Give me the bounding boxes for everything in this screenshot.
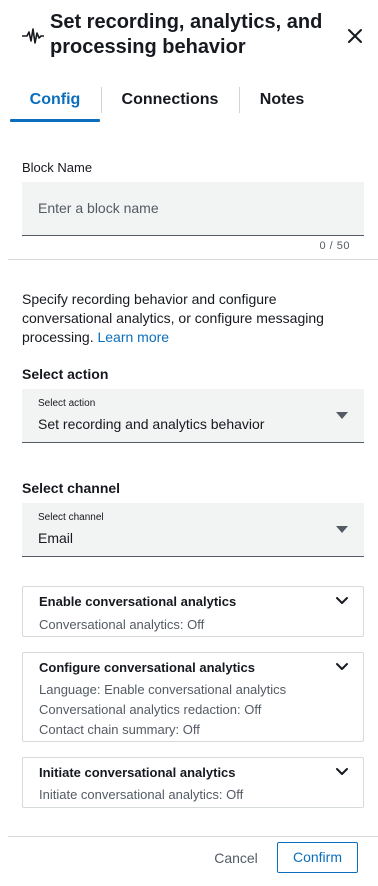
card-detail: Conversational analytics redaction: Off [39, 702, 262, 717]
active-tab-indicator [10, 119, 100, 122]
tab-notes[interactable]: Notes [246, 84, 318, 116]
tab-bar: Config Connections Notes [0, 84, 378, 124]
select-channel-label: Select channel [22, 480, 121, 496]
waveform-icon [22, 28, 44, 44]
description-text: Specify recording behavior and configure… [22, 290, 362, 347]
cancel-button[interactable]: Cancel [206, 843, 266, 873]
card-detail: Language: Enable conversational analytic… [39, 682, 287, 697]
chevron-down-icon [336, 597, 348, 604]
select-action-value: Set recording and analytics behavior [38, 416, 265, 432]
configure-analytics-card[interactable]: Configure conversational analytics Langu… [22, 652, 364, 742]
card-title: Configure conversational analytics [39, 660, 256, 675]
panel-title: Set recording, analytics, and processing… [50, 11, 323, 58]
caret-down-icon [336, 412, 348, 419]
select-channel-value: Email [38, 530, 74, 546]
select-channel-dropdown[interactable]: Select channel Email [22, 503, 364, 557]
card-detail: Initiate conversational analytics: Off [39, 787, 244, 802]
card-title: Initiate conversational analytics [39, 765, 236, 780]
close-icon[interactable] [343, 24, 367, 48]
select-channel-floating-label: Select channel [38, 512, 104, 523]
tab-separator [101, 87, 102, 113]
card-detail: Contact chain summary: Off [39, 722, 200, 737]
footer-divider [8, 836, 378, 837]
block-name-label: Block Name [22, 160, 93, 175]
learn-more-link[interactable]: Learn more [97, 329, 169, 345]
initiate-analytics-card[interactable]: Initiate conversational analytics Initia… [22, 757, 364, 808]
tab-connections[interactable]: Connections [110, 84, 230, 116]
select-action-dropdown[interactable]: Select action Set recording and analytic… [22, 389, 364, 443]
caret-down-icon [336, 526, 348, 533]
chevron-down-icon [336, 768, 348, 775]
select-action-label: Select action [22, 366, 109, 382]
section-divider [8, 259, 378, 260]
confirm-button[interactable]: Confirm [277, 842, 358, 873]
block-name-input[interactable]: Enter a block name [22, 182, 364, 236]
chevron-down-icon [336, 663, 348, 670]
enable-analytics-card[interactable]: Enable conversational analytics Conversa… [22, 586, 364, 637]
tab-config[interactable]: Config [10, 84, 100, 116]
card-detail: Conversational analytics: Off [39, 617, 205, 632]
description-body: Specify recording behavior and configure… [22, 291, 324, 345]
panel-header: Set recording, analytics, and processing… [0, 0, 378, 74]
select-action-floating-label: Select action [38, 398, 96, 409]
card-title: Enable conversational analytics [39, 594, 237, 609]
character-counter: 0 / 50 [319, 240, 350, 252]
tab-separator [239, 87, 240, 113]
